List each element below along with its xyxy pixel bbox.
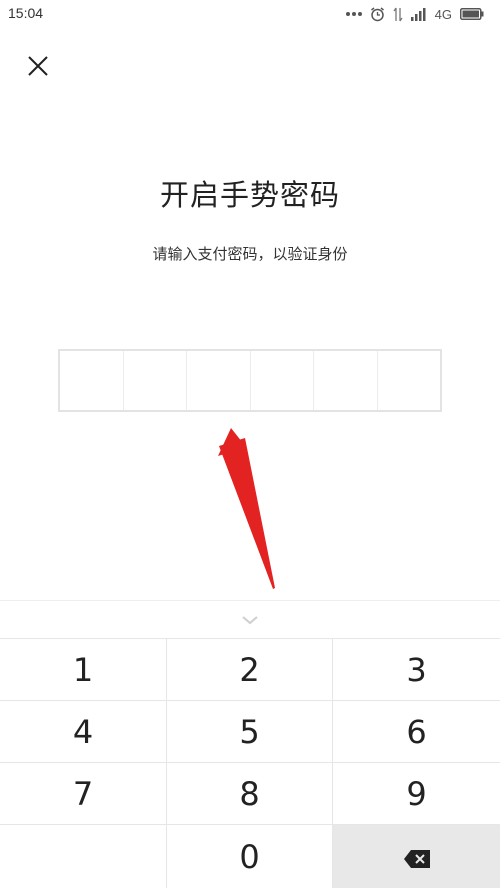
status-icons: 4G <box>345 4 484 24</box>
page-subtitle: 请输入支付密码，以验证身份 <box>152 245 348 263</box>
pin-digit-slot <box>187 351 251 410</box>
alarm-icon <box>370 6 385 22</box>
signal-transfer-icon <box>393 7 403 22</box>
pin-digit-slot <box>251 351 314 410</box>
page-title: 开启手势密码 <box>159 178 340 212</box>
status-time: 15:04 <box>8 5 44 21</box>
numeric-keypad: 1 2 3 4 5 6 7 8 9 0 <box>0 638 500 888</box>
keyboard-collapse-button[interactable] <box>240 612 260 626</box>
signal-icon <box>410 7 427 21</box>
pin-digit-slot <box>314 351 378 410</box>
key-2[interactable]: 2 <box>167 639 333 701</box>
backspace-icon <box>403 838 430 876</box>
key-0[interactable]: 0 <box>167 825 333 888</box>
pin-input[interactable] <box>58 349 442 412</box>
network-type: 4G <box>434 6 452 22</box>
chevron-down-icon <box>240 612 260 631</box>
more-dots-icon <box>345 11 362 17</box>
close-button[interactable] <box>22 50 54 82</box>
key-4[interactable]: 4 <box>0 701 167 763</box>
battery-icon <box>460 8 484 20</box>
key-6[interactable]: 6 <box>333 701 500 763</box>
keyboard-top-divider <box>0 600 500 601</box>
key-3[interactable]: 3 <box>333 639 500 701</box>
key-blank <box>0 825 167 888</box>
delete-button[interactable] <box>333 825 500 888</box>
key-1[interactable]: 1 <box>0 639 167 701</box>
status-bar: 15:04 4G <box>0 0 500 28</box>
pin-digit-slot <box>60 351 124 410</box>
pin-digit-slot <box>378 351 441 410</box>
key-8[interactable]: 8 <box>167 763 333 825</box>
key-7[interactable]: 7 <box>0 763 167 825</box>
key-9[interactable]: 9 <box>333 763 500 825</box>
key-5[interactable]: 5 <box>167 701 333 763</box>
pin-digit-slot <box>124 351 187 410</box>
close-icon <box>22 56 54 86</box>
